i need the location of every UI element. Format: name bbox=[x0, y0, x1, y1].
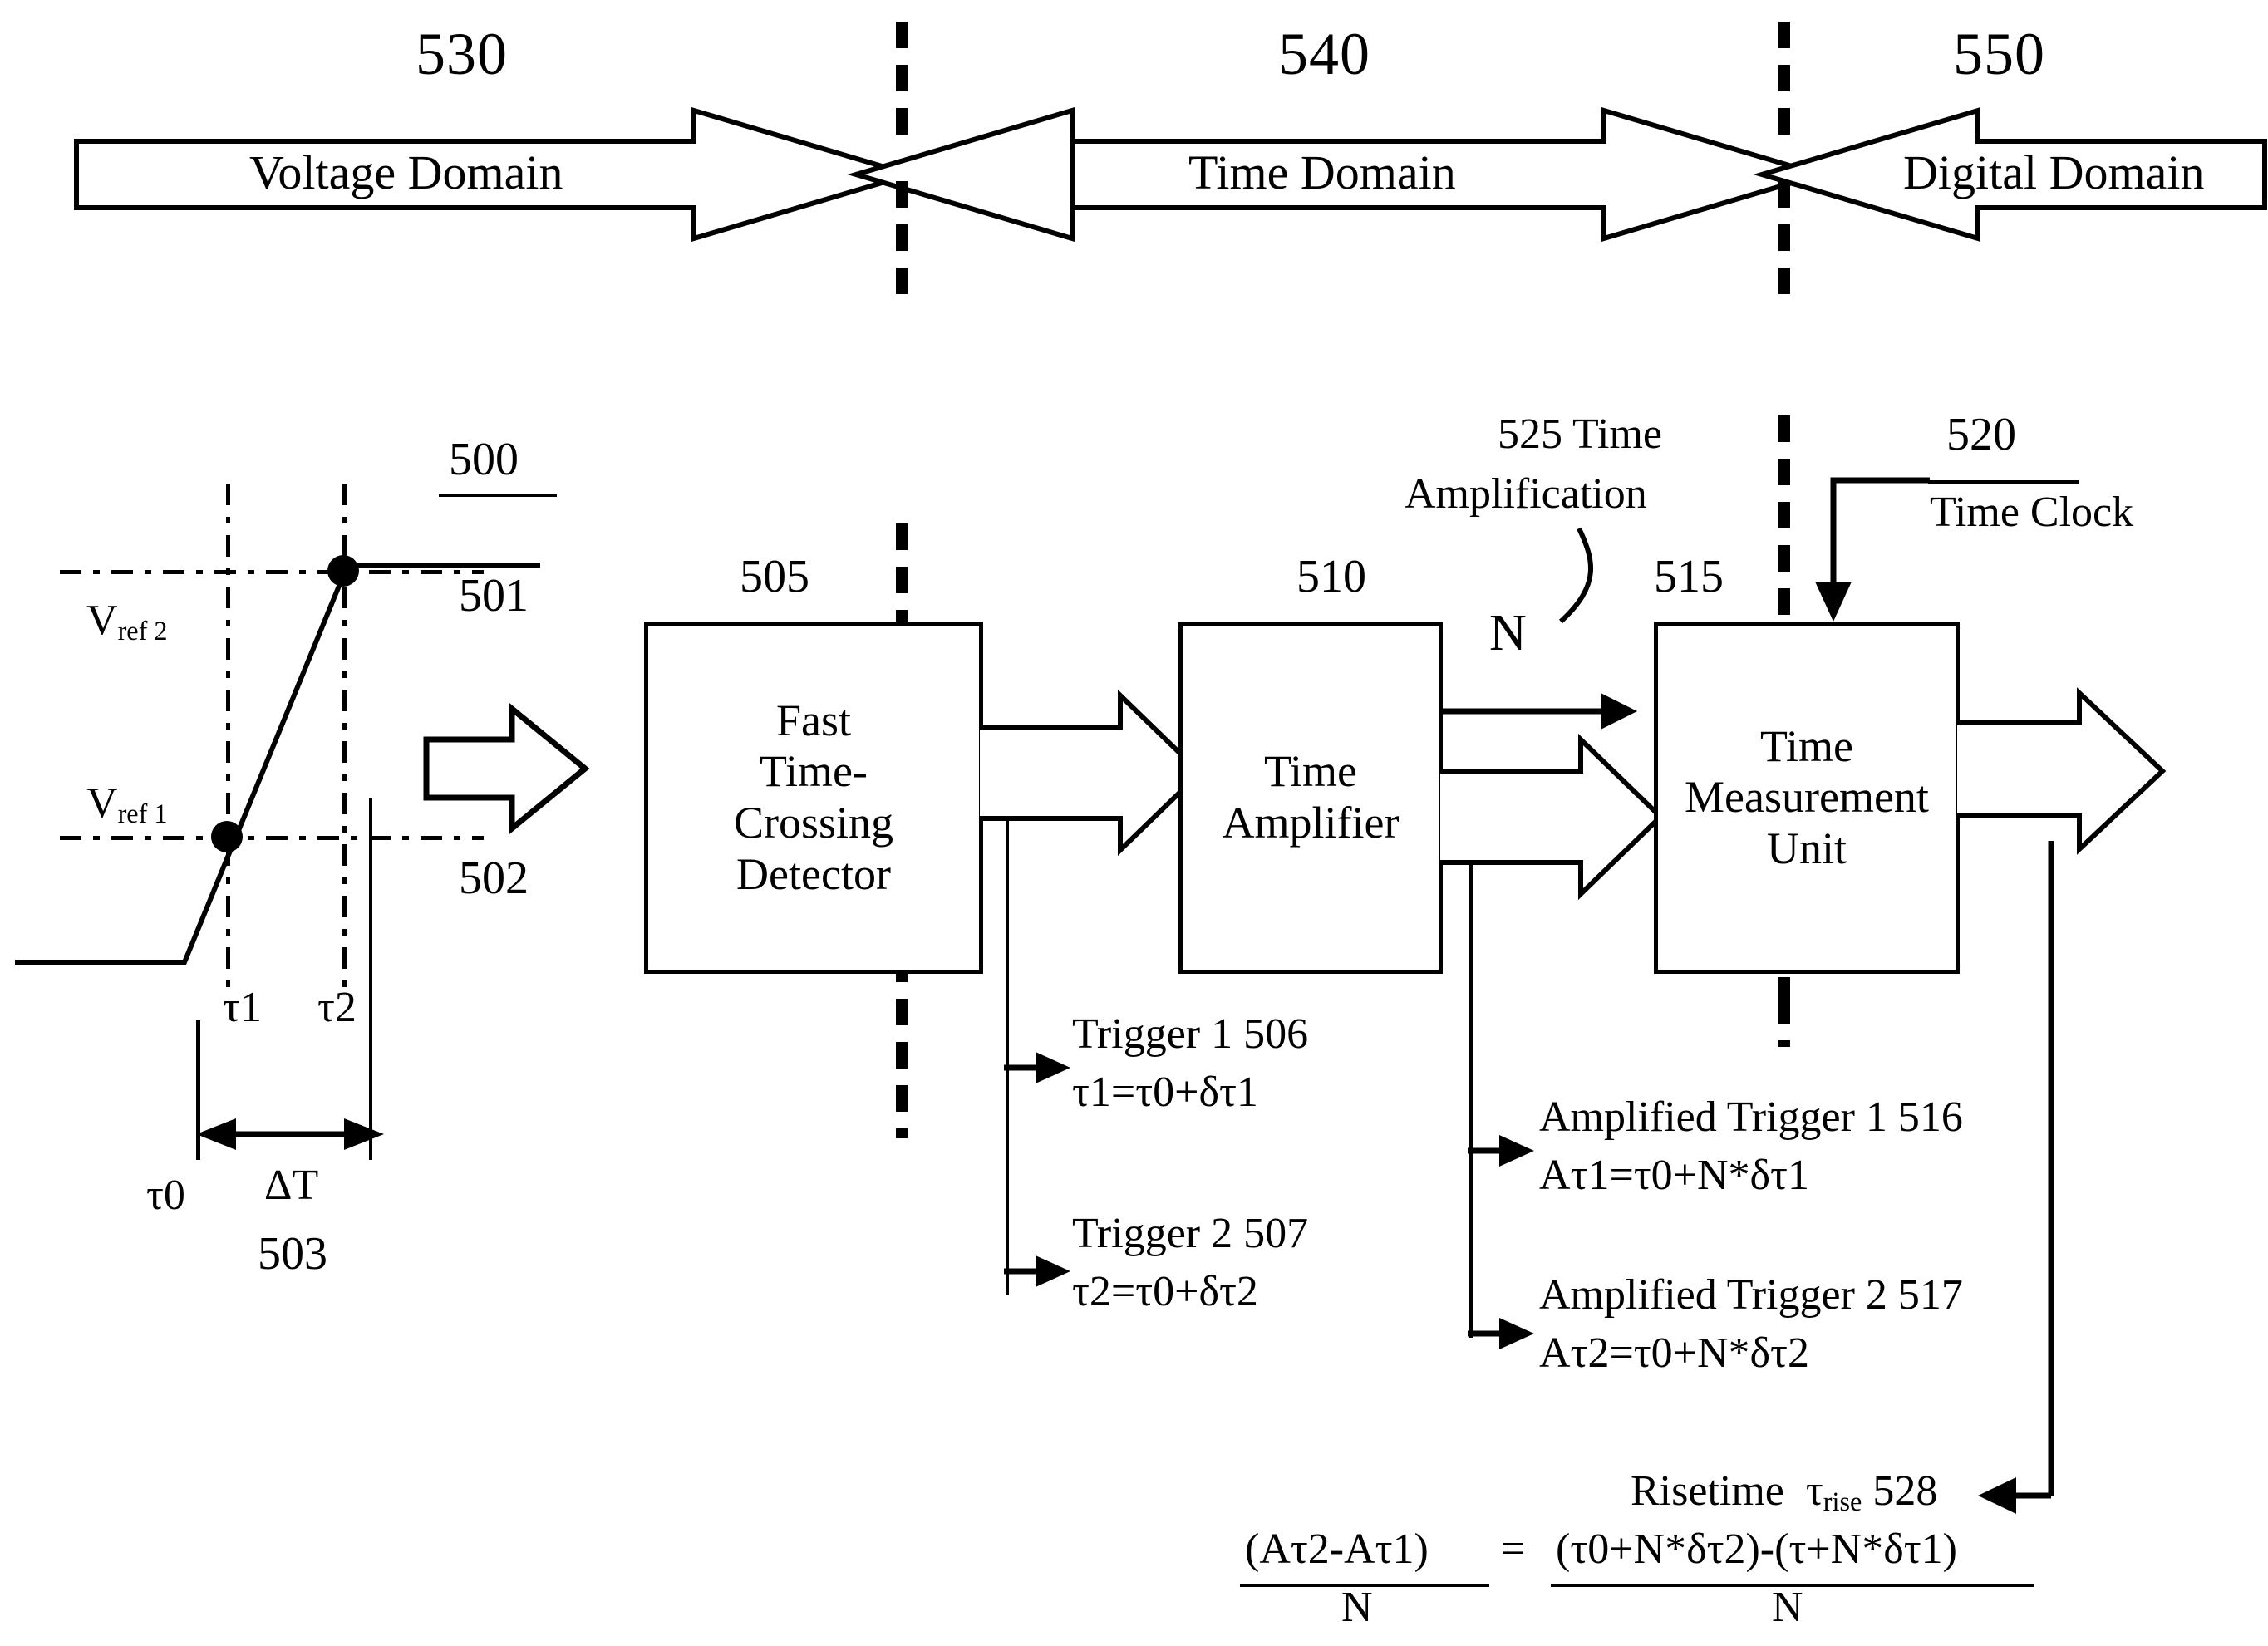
vref2-symbol: V bbox=[86, 597, 118, 644]
tmu-line-1: Time bbox=[1759, 720, 1854, 771]
crossing-point-tau1 bbox=[211, 821, 243, 852]
domain-divider-right-lower bbox=[1778, 181, 1790, 297]
tau0-label: τ0 bbox=[146, 1172, 185, 1219]
signal-ref-underline bbox=[439, 494, 557, 497]
domain-divider-right-upper bbox=[1778, 22, 1790, 138]
ftcd-line-2: Time- bbox=[759, 746, 868, 797]
domain-ref-550: 550 bbox=[1953, 21, 2045, 87]
domain-label-voltage: Voltage Domain bbox=[249, 145, 563, 199]
trigger-1-title: Trigger 1 506 bbox=[1072, 1010, 1309, 1058]
amplifier-to-measurement-block-arrow bbox=[1440, 733, 1665, 901]
trigger1-arrowhead bbox=[1004, 1052, 1070, 1083]
ftcd-line-4: Detector bbox=[736, 848, 891, 899]
patent-figure-canvas: 530 540 550 Voltage Domain Time Domain D… bbox=[0, 0, 2268, 1646]
block-ref-510: 510 bbox=[1296, 551, 1366, 602]
domain-divider-left-lower bbox=[896, 181, 908, 297]
tmu-line-2: Measurement bbox=[1685, 772, 1929, 823]
signal-ref-500: 500 bbox=[449, 434, 519, 485]
time-amplifier-box[interactable]: Time Amplifier bbox=[1178, 622, 1443, 974]
trigger-1-equation: τ1=τ0+δτ1 bbox=[1072, 1069, 1258, 1116]
crossing-point-tau2 bbox=[327, 555, 359, 587]
domain-divider-left-upper bbox=[896, 22, 908, 138]
vref1-label: Vref 1 bbox=[86, 779, 168, 829]
time-amplifier-label: Time Amplifier bbox=[1223, 746, 1400, 848]
trigger2-arrowhead bbox=[1004, 1255, 1070, 1287]
ftcd-line-1: Fast bbox=[775, 695, 851, 745]
risetime-caption: Risetime τrise 528 bbox=[1631, 1467, 1938, 1517]
domain-label-digital: Digital Domain bbox=[1903, 145, 2205, 199]
domain-ref-530: 530 bbox=[416, 21, 508, 87]
block-ref-515: 515 bbox=[1654, 551, 1724, 602]
trigger-2-title: Trigger 2 507 bbox=[1072, 1210, 1309, 1257]
crossing-ref-502: 502 bbox=[459, 852, 529, 904]
risetime-text: Risetime bbox=[1631, 1467, 1784, 1515]
fast-time-crossing-detector-label: Fast Time- Crossing Detector bbox=[734, 695, 893, 900]
tau1-label: τ1 bbox=[223, 984, 262, 1031]
time-amplification-label: Amplification bbox=[1405, 470, 1647, 518]
time-measurement-unit-label: Time Measurement Unit bbox=[1685, 721, 1929, 875]
result-equals-sign: = bbox=[1501, 1526, 1526, 1573]
delta-t-label: ΔT bbox=[264, 1162, 319, 1209]
tmu-line-3: Unit bbox=[1766, 823, 1847, 873]
risetime-symbol: τ bbox=[1805, 1467, 1823, 1515]
result-routing-line bbox=[1978, 841, 2054, 1514]
amplified-trigger1-arrowhead bbox=[1468, 1135, 1534, 1167]
domain-divider-right-tail bbox=[1778, 997, 1790, 1047]
time-clock-ref-520: 520 bbox=[1946, 409, 2016, 460]
ftcd-line-3: Crossing bbox=[733, 798, 894, 848]
amplified-trigger-2-title: Amplified Trigger 2 517 bbox=[1539, 1271, 1963, 1319]
delta-t-dimension-arrow bbox=[196, 1118, 384, 1150]
crossing-ref-501: 501 bbox=[459, 570, 529, 622]
risetime-subscript: rise bbox=[1823, 1486, 1862, 1517]
fast-time-crossing-detector-box[interactable]: Fast Time- Crossing Detector bbox=[644, 622, 983, 974]
risetime-ref-528: 528 bbox=[1872, 1467, 1938, 1515]
result-lhs-denominator: N bbox=[1341, 1584, 1373, 1631]
interval-ref-503: 503 bbox=[258, 1228, 327, 1280]
amplifier-line-1: Time bbox=[1263, 746, 1358, 797]
time-amplification-ref-label: 525 Time bbox=[1498, 410, 1662, 458]
trigger-2-equation: τ2=τ0+δτ2 bbox=[1072, 1268, 1258, 1315]
amplified-trigger-2-equation: Aτ2=τ0+N*δτ2 bbox=[1539, 1329, 1809, 1377]
amplified-trigger-tap-bus bbox=[1469, 864, 1473, 1338]
time-measurement-unit-box[interactable]: Time Measurement Unit bbox=[1654, 622, 1960, 974]
vref1-symbol: V bbox=[86, 779, 118, 827]
time-clock-input-arrow bbox=[1815, 477, 1930, 622]
vref2-subscript: ref 2 bbox=[117, 616, 168, 646]
result-lhs-numerator: (Aτ2-Aτ1) bbox=[1245, 1526, 1429, 1573]
block-ref-505: 505 bbox=[740, 551, 809, 602]
amplified-trigger-1-equation: Aτ1=τ0+N*δτ1 bbox=[1539, 1152, 1809, 1199]
amplified-trigger-1-title: Amplified Trigger 1 516 bbox=[1539, 1093, 1963, 1141]
vref1-subscript: ref 1 bbox=[117, 798, 168, 829]
gain-n-arrow bbox=[1441, 693, 1637, 730]
domain-ref-540: 540 bbox=[1278, 21, 1370, 87]
amplified-trigger2-arrowhead bbox=[1468, 1318, 1534, 1349]
amplifier-line-2: Amplifier bbox=[1222, 798, 1400, 848]
result-rhs-denominator: N bbox=[1772, 1584, 1803, 1631]
signal-input-block-arrow bbox=[423, 702, 590, 835]
domain-label-time: Time Domain bbox=[1188, 145, 1456, 199]
tau2-label: τ2 bbox=[317, 984, 357, 1031]
vref2-label: Vref 2 bbox=[86, 597, 168, 646]
result-rhs-numerator: (τ0+N*δτ2)-(τ+N*δτ1) bbox=[1556, 1526, 1957, 1573]
